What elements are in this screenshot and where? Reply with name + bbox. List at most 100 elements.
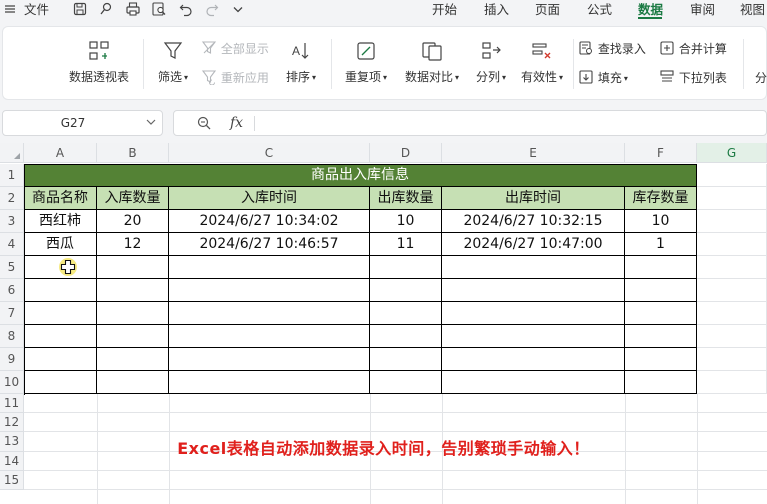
- empty-table-cell[interactable]: [625, 256, 697, 279]
- row-header-6[interactable]: 6: [0, 279, 24, 302]
- table-header-cell[interactable]: 出库时间: [442, 187, 625, 210]
- column-header-e[interactable]: E: [442, 143, 625, 163]
- pivot-table-button[interactable]: 数据透视表: [66, 40, 132, 85]
- empty-table-cell[interactable]: [169, 348, 370, 371]
- row-header-12[interactable]: 12: [0, 413, 24, 433]
- table-cell[interactable]: 2024/6/27 10:34:02: [169, 210, 370, 233]
- empty-table-cell[interactable]: [370, 348, 442, 371]
- empty-table-cell[interactable]: [370, 279, 442, 302]
- row-header-10[interactable]: 10: [0, 371, 24, 394]
- empty-table-cell[interactable]: [625, 279, 697, 302]
- more-chevron-icon[interactable]: [230, 1, 246, 17]
- empty-table-cell[interactable]: [24, 279, 97, 302]
- empty-table-cell[interactable]: [370, 302, 442, 325]
- empty-table-cell[interactable]: [97, 302, 169, 325]
- empty-table-cell[interactable]: [24, 371, 97, 394]
- empty-table-cell[interactable]: [442, 302, 625, 325]
- column-header-d[interactable]: D: [370, 143, 442, 163]
- ribbon-overflow-label[interactable]: 分: [755, 69, 767, 86]
- zoom-icon[interactable]: [196, 115, 212, 134]
- table-title[interactable]: 商品出入库信息: [24, 164, 697, 187]
- row-header-4[interactable]: 4: [0, 233, 24, 256]
- table-header-cell[interactable]: 出库数量: [370, 187, 442, 210]
- sort-button[interactable]: A 排序 ▾: [281, 40, 321, 85]
- empty-table-cell[interactable]: [97, 256, 169, 279]
- tab-view[interactable]: 视图: [740, 1, 765, 18]
- column-header-b[interactable]: B: [97, 143, 169, 163]
- table-cell[interactable]: 1: [625, 233, 697, 256]
- row-header-9[interactable]: 9: [0, 348, 24, 371]
- tab-home[interactable]: 开始: [432, 1, 457, 18]
- empty-table-cell[interactable]: [370, 325, 442, 348]
- empty-table-cell[interactable]: [97, 371, 169, 394]
- data-compare-button[interactable]: 数据对比 ▾: [401, 40, 463, 85]
- print-icon[interactable]: [125, 1, 141, 17]
- save-icon[interactable]: [72, 1, 88, 17]
- file-menu[interactable]: 文件: [24, 1, 49, 18]
- row-header-15[interactable]: 15: [0, 470, 24, 490]
- column-header-a[interactable]: A: [24, 143, 97, 163]
- chevron-down-icon[interactable]: [146, 115, 156, 132]
- table-cell[interactable]: 10: [625, 210, 697, 233]
- row-header-2[interactable]: 2: [0, 187, 24, 210]
- insert-function-icon[interactable]: fx: [230, 115, 243, 131]
- empty-table-cell[interactable]: [442, 348, 625, 371]
- empty-table-cell[interactable]: [169, 371, 370, 394]
- tab-formula[interactable]: 公式: [587, 1, 612, 18]
- duplicates-button[interactable]: 重复项 ▾: [341, 40, 391, 85]
- empty-table-cell[interactable]: [97, 348, 169, 371]
- table-header-cell[interactable]: 入库时间: [169, 187, 370, 210]
- empty-table-cell[interactable]: [97, 279, 169, 302]
- table-header-cell[interactable]: 入库数量: [97, 187, 169, 210]
- table-cell[interactable]: 10: [370, 210, 442, 233]
- table-header-cell[interactable]: 商品名称: [24, 187, 97, 210]
- menu-icon[interactable]: [4, 1, 20, 17]
- empty-table-cell[interactable]: [442, 279, 625, 302]
- empty-table-cell[interactable]: [625, 302, 697, 325]
- redo-icon[interactable]: [204, 1, 220, 17]
- table-cell[interactable]: 20: [97, 210, 169, 233]
- empty-table-cell[interactable]: [442, 256, 625, 279]
- data-validation-button[interactable]: 有效性 ▾: [517, 40, 567, 85]
- row-header-7[interactable]: 7: [0, 302, 24, 325]
- column-header-f[interactable]: F: [625, 143, 697, 163]
- name-box[interactable]: G27: [2, 110, 163, 136]
- undo-icon[interactable]: [178, 1, 194, 17]
- row-header-8[interactable]: 8: [0, 325, 24, 348]
- empty-table-cell[interactable]: [370, 256, 442, 279]
- table-cell[interactable]: 11: [370, 233, 442, 256]
- formula-input[interactable]: fx: [173, 110, 767, 136]
- table-cell[interactable]: 2024/6/27 10:47:00: [442, 233, 625, 256]
- empty-table-cell[interactable]: [625, 371, 697, 394]
- split-columns-button[interactable]: 分列 ▾: [471, 40, 511, 85]
- format-painter-icon[interactable]: [98, 1, 114, 17]
- empty-table-cell[interactable]: [169, 256, 370, 279]
- table-cell[interactable]: 2024/6/27 10:46:57: [169, 233, 370, 256]
- filter-button[interactable]: 筛选 ▾: [153, 40, 193, 85]
- empty-table-cell[interactable]: [625, 325, 697, 348]
- table-header-cell[interactable]: 库存数量: [625, 187, 697, 210]
- show-all-button[interactable]: 全部显示: [201, 40, 269, 57]
- empty-table-cell[interactable]: [24, 325, 97, 348]
- select-all-corner[interactable]: [0, 143, 24, 163]
- empty-table-cell[interactable]: [169, 325, 370, 348]
- empty-table-cell[interactable]: [370, 371, 442, 394]
- reapply-button[interactable]: 重新应用: [201, 69, 269, 86]
- empty-table-cell[interactable]: [169, 302, 370, 325]
- column-header-g[interactable]: G: [697, 143, 767, 163]
- tab-insert[interactable]: 插入: [484, 1, 509, 18]
- empty-table-cell[interactable]: [97, 325, 169, 348]
- table-cell[interactable]: 2024/6/27 10:32:15: [442, 210, 625, 233]
- empty-table-cell[interactable]: [442, 371, 625, 394]
- table-cell[interactable]: 西瓜: [24, 233, 97, 256]
- dropdown-list-button[interactable]: 下拉列表: [659, 69, 727, 86]
- consolidate-button[interactable]: 合并计算: [659, 40, 727, 57]
- row-header-3[interactable]: 3: [0, 210, 24, 233]
- table-cell[interactable]: 西红柿: [24, 210, 97, 233]
- empty-table-cell[interactable]: [24, 348, 97, 371]
- print-preview-icon[interactable]: [151, 1, 167, 17]
- column-header-c[interactable]: C: [169, 143, 370, 163]
- lookup-entry-button[interactable]: 查找录入: [578, 40, 646, 57]
- tab-review[interactable]: 审阅: [690, 1, 715, 18]
- empty-table-cell[interactable]: [625, 348, 697, 371]
